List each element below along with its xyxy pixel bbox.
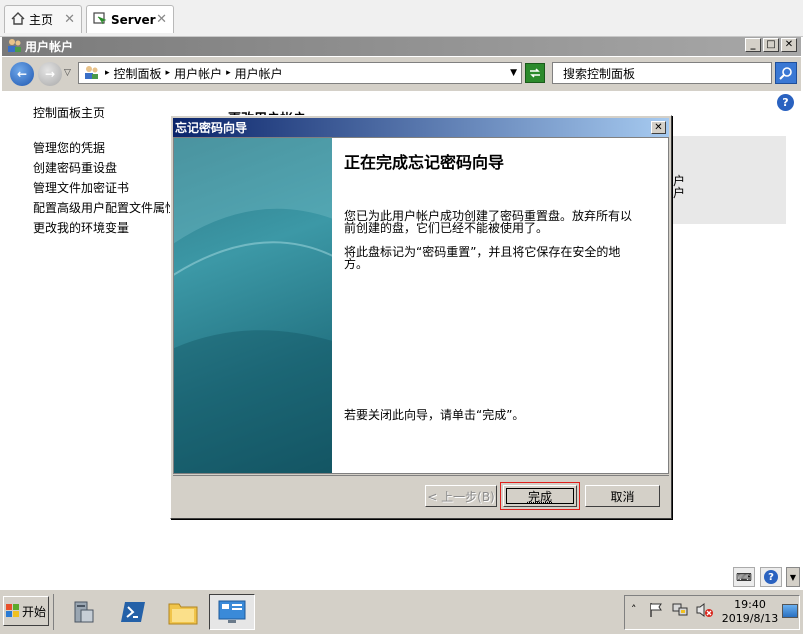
dialog-divider [173,475,669,476]
wizard-side-graphic [174,138,332,473]
taskbar-file-explorer[interactable] [160,594,206,630]
forward-button[interactable]: → [38,62,62,86]
server-console-icon [93,11,107,28]
help-icon[interactable]: ? [777,94,794,111]
dialog-body: 正在完成忘记密码向导 您已为此用户帐户成功创建了密码重置盘。放弃所有以前创建的盘… [173,137,669,474]
background-panel [672,136,786,224]
finish-button-label: 完成 [527,489,552,504]
action-center-flag-icon[interactable] [648,602,664,621]
tab-home-label: 主页 [29,13,54,27]
search-icon [779,67,792,80]
home-icon [11,11,25,28]
wizard-heading: 正在完成忘记密码向导 [344,153,505,172]
wizard-paragraph-2: 将此盘标记为“密码重置”，并且将它保存在安全的地方。 [344,245,621,271]
address-dropdown-chevron-down-icon[interactable]: ▼ [510,68,517,78]
start-label: 开始 [21,604,46,619]
create-reset-disk-link[interactable]: 创建密码重设盘 [33,159,117,176]
user-accounts-icon [83,65,99,82]
help-button[interactable]: ? [760,567,782,587]
environment-variables-link[interactable]: 更改我的环境变量 [33,219,129,236]
dialog-title-bar: 忘记密码向导 ✕ [173,118,669,137]
scroll-down-chevron-icon[interactable]: ▼ [786,567,800,587]
wizard-paragraph-1: 您已为此用户帐户成功创建了密码重置盘。放弃所有以前创建的盘，它们已经不能被使用了… [344,209,633,235]
taskbar-server-manager[interactable] [60,594,106,630]
control-panel-home-link[interactable]: 控制面板主页 [33,104,105,121]
user-accounts-icon [6,38,22,55]
refresh-button[interactable] [525,63,545,83]
breadcrumb-separator: ▸ [165,68,171,78]
windows-logo-icon [5,604,19,617]
search-input[interactable]: 搜索控制面板 [552,62,772,84]
breadcrumb-user-accounts-current[interactable]: 用户帐户 [235,65,283,82]
manage-credentials-link[interactable]: 管理您的凭据 [33,139,105,156]
tab-home-close-icon[interactable]: ✕ [64,12,75,27]
background-fragment-2: 户 [673,186,686,200]
maximize-button[interactable]: □ [763,38,779,52]
tab-home[interactable]: 主页 ✕ [4,5,82,33]
recent-pages-chevron-down-icon[interactable]: ▽ [64,68,71,78]
breadcrumb-control-panel[interactable]: 控制面板 [114,65,162,82]
forgotten-password-wizard-dialog: 忘记密码向导 ✕ 正在完成忘记密码向导 您已为此用户帐户成功创建了密码重置盘。放… [170,115,672,519]
window-close-button[interactable]: ✕ [781,38,797,52]
cancel-button[interactable]: 取消 [585,485,660,507]
volume-muted-icon[interactable] [696,602,714,621]
search-button[interactable] [775,62,797,84]
show-desktop-icon[interactable] [782,604,798,618]
taskbar: 开始 ˄ 19:40 2019/8/13 [0,589,803,634]
minimize-button[interactable]: _ [745,38,761,52]
search-placeholder: 搜索控制面板 [563,66,636,81]
window-title-bar: 用户帐户 _ □ ✕ [2,37,801,56]
taskbar-control-panel-active[interactable] [209,594,255,630]
tab-server-label: Server [111,12,156,27]
advanced-profile-properties-link[interactable]: 配置高级用户配置文件属性 [33,199,170,216]
taskbar-separator [53,594,54,630]
control-panel-icon [218,600,246,623]
breadcrumb-user-accounts[interactable]: 用户帐户 [174,65,222,82]
address-bar[interactable]: ▸ 控制面板 ▸ 用户帐户 ▸ 用户帐户 ▼ [78,62,522,84]
dialog-close-icon[interactable]: ✕ [651,121,666,134]
keyboard-icon[interactable]: ⌨ [733,567,755,587]
refresh-icon [530,68,540,78]
arrow-left-icon: ← [16,67,28,81]
help-icon: ? [764,570,778,584]
back-button[interactable]: ← [10,62,34,86]
navigation-bar: ← → ▽ ▸ 控制面板 ▸ 用户帐户 ▸ 用户帐户 ▼ 搜索控制面板 [2,57,801,91]
finish-button[interactable]: 完成 [503,485,577,507]
arrow-right-icon: → [44,67,56,81]
server-manager-icon [74,601,94,623]
taskbar-powershell[interactable] [110,594,156,630]
show-hidden-icons-chevron-up-icon[interactable]: ˄ [631,603,637,616]
breadcrumb-separator: ▸ [105,68,110,78]
tab-server-close-icon[interactable]: ✕ [156,12,167,27]
dialog-title: 忘记密码向导 [175,121,248,135]
wizard-paragraph-3: 若要关闭此向导，请单击“完成”。 [344,408,525,422]
browser-tab-strip: 主页 ✕ Server ✕ [0,0,803,37]
breadcrumb-separator: ▸ [226,68,231,78]
clock[interactable]: 19:40 2019/8/13 [720,598,780,626]
back-step-button[interactable]: < 上一步(B) [425,485,497,507]
background-heading: 更改用户帐户 [228,108,306,115]
tab-server[interactable]: Server ✕ [86,5,174,33]
start-button[interactable]: 开始 [3,596,49,626]
clock-date: 2019/8/13 [721,612,779,625]
powershell-icon [121,602,145,622]
clock-time: 19:40 [734,598,766,611]
folder-icon [168,603,198,625]
manage-encryption-certs-link[interactable]: 管理文件加密证书 [33,179,129,196]
window-title: 用户帐户 [25,40,74,54]
network-icon[interactable] [672,602,688,621]
